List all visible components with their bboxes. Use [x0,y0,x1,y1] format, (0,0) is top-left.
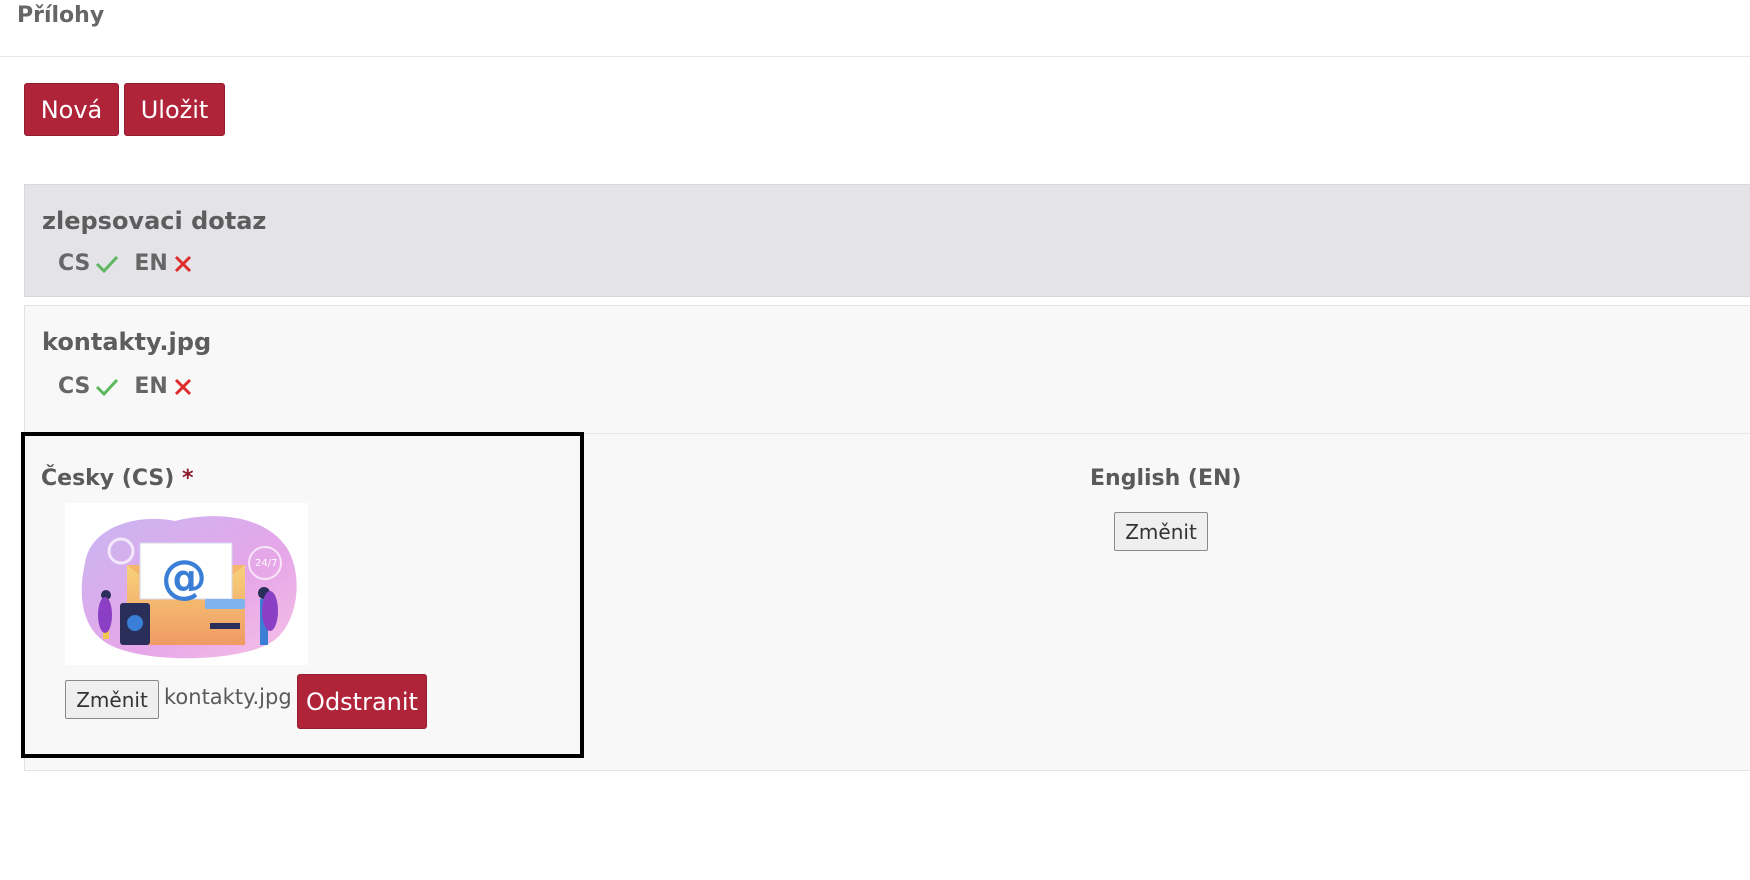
selection-highlight [21,432,584,758]
attachments-page: Přílohy Nová Uložit zlepsovaci dotaz CS … [0,0,1750,880]
attachment-item[interactable]: zlepsovaci dotaz CS EN [24,184,1750,297]
cross-icon [174,378,191,395]
section-title: Přílohy [17,3,105,28]
language-status-row: CS EN [58,374,194,399]
attachment-title[interactable]: kontakty.jpg [42,328,211,356]
language-code-cs: CS [58,251,91,276]
section-header: Přílohy [0,0,1750,57]
cross-icon [174,255,191,272]
attachment-title: zlepsovaci dotaz [42,207,267,235]
language-status-row: CS EN [58,251,194,276]
language-code-en: EN [134,374,168,399]
check-icon [96,378,119,396]
check-icon [96,255,119,273]
save-button[interactable]: Uložit [124,83,225,136]
language-code-en: EN [134,251,168,276]
new-button[interactable]: Nová [24,83,119,136]
language-code-cs: CS [58,374,91,399]
en-field-label: English (EN) [1090,466,1242,491]
change-file-button-en[interactable]: Změnit [1114,512,1208,551]
